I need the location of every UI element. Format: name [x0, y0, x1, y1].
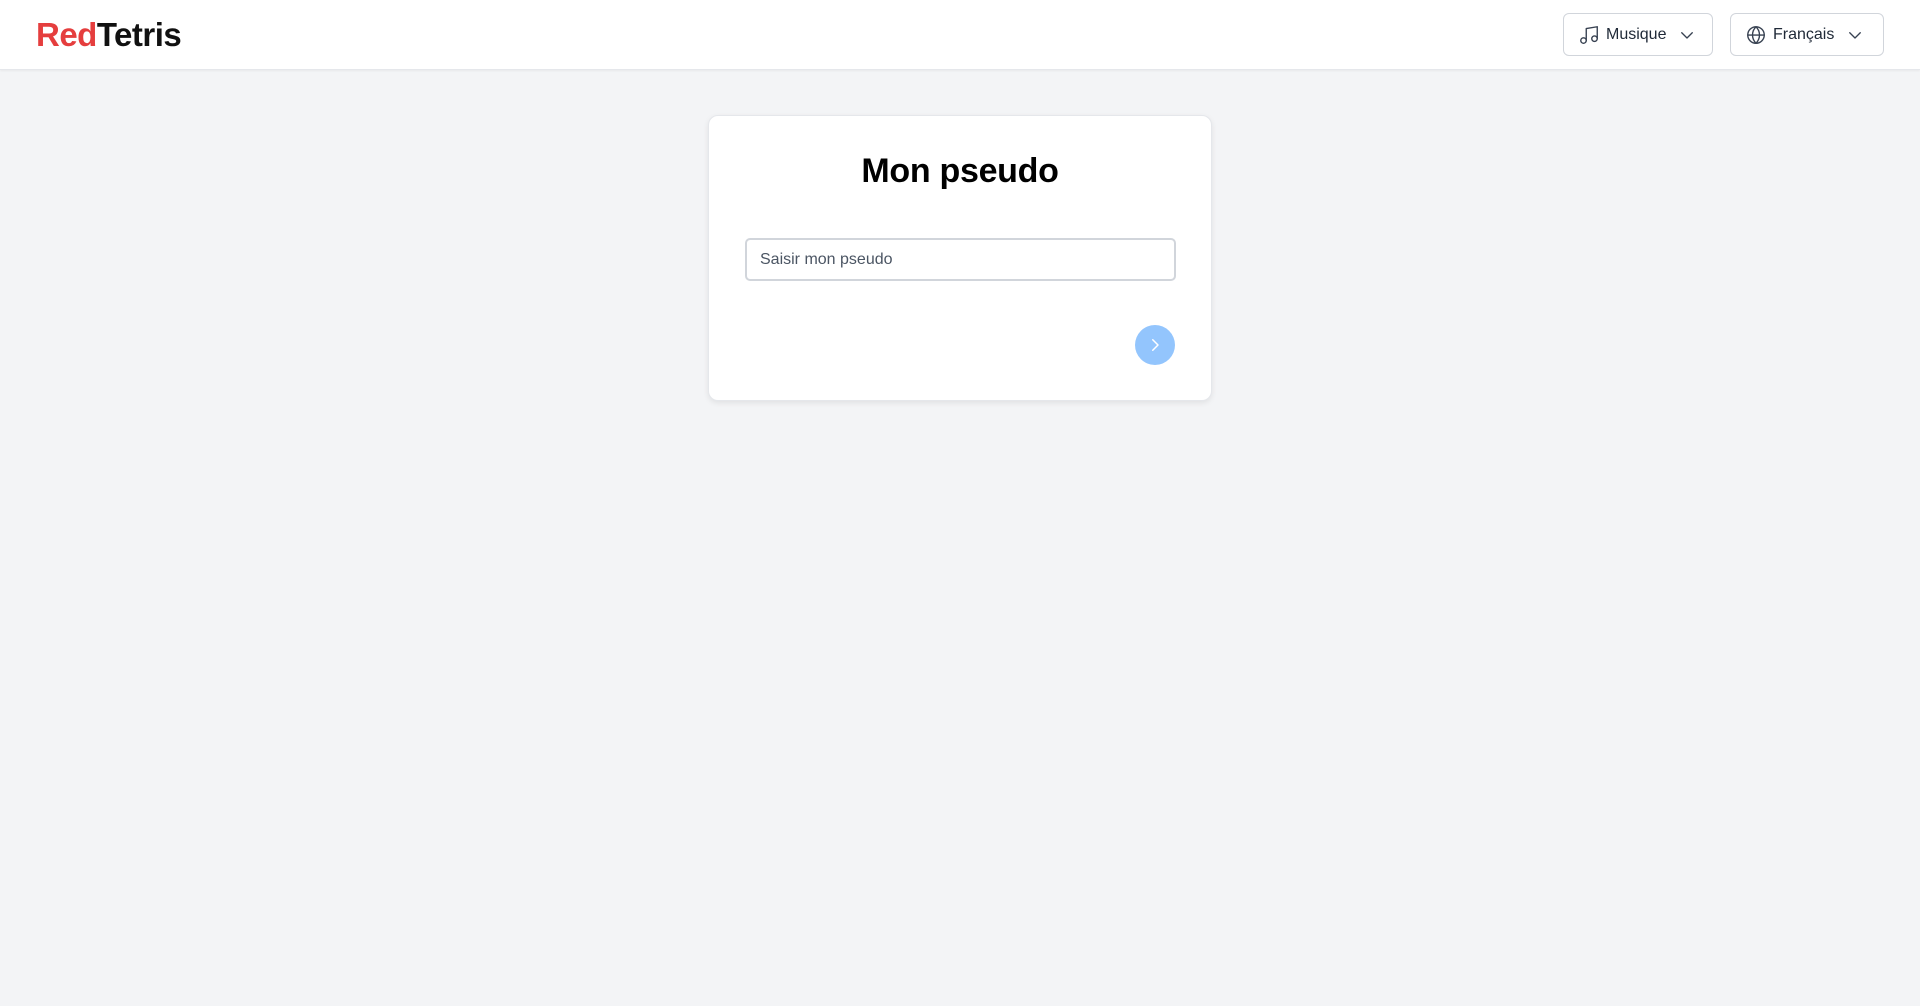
chevron-down-icon: [1846, 26, 1864, 44]
music-dropdown-label: Musique: [1606, 25, 1667, 43]
next-button[interactable]: [1135, 325, 1175, 365]
chevron-down-icon: [1678, 26, 1696, 44]
logo-red-text: Red: [36, 16, 97, 53]
pseudo-input[interactable]: [745, 238, 1176, 281]
card-title: Mon pseudo: [861, 152, 1059, 190]
language-dropdown-label: Français: [1773, 25, 1835, 43]
chevron-right-icon: [1146, 336, 1164, 354]
logo-dark-text: Tetris: [96, 16, 182, 53]
music-dropdown[interactable]: Musique: [1563, 13, 1713, 56]
globe-icon: [1745, 24, 1767, 46]
music-note-icon: [1578, 24, 1600, 46]
language-dropdown[interactable]: Français: [1730, 13, 1884, 56]
pseudo-card: Mon pseudo: [708, 115, 1212, 401]
app-logo[interactable]: RedTetris: [36, 16, 182, 54]
top-bar: RedTetris Musique Français: [0, 0, 1920, 70]
